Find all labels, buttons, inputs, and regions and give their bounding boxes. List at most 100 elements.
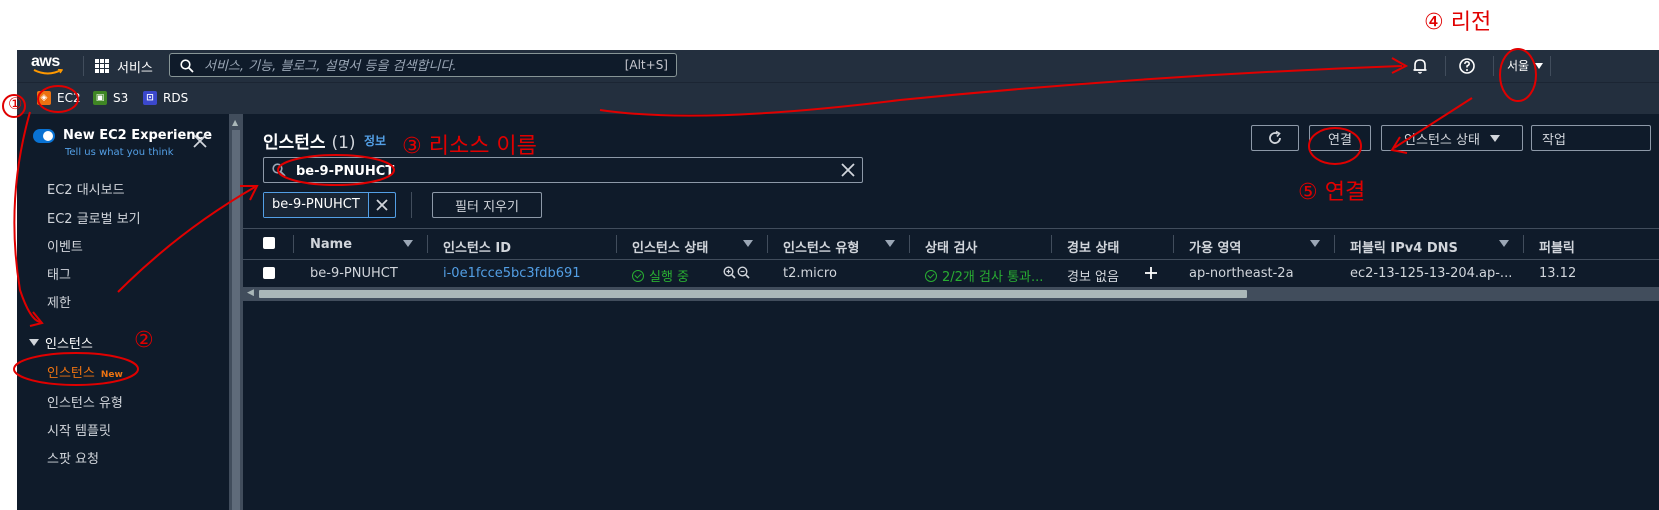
- clear-input-icon[interactable]: [840, 162, 856, 178]
- sidebar-item-instance-types[interactable]: 인스턴스 유형: [47, 392, 123, 411]
- rds-database-icon: ⊡: [143, 91, 157, 105]
- scroll-left-icon[interactable]: ◀: [247, 288, 254, 298]
- status-check-text: 2/2개 검사 통과...: [942, 270, 1044, 285]
- column-divider: [909, 235, 910, 253]
- column-divider: [427, 235, 428, 253]
- instance-state-button[interactable]: 인스턴스 상태: [1381, 125, 1523, 151]
- s3-bucket-icon: ▣: [93, 91, 107, 105]
- close-icon: [376, 199, 388, 211]
- check-circle-icon: [925, 269, 937, 282]
- global-search[interactable]: [Alt+S]: [169, 53, 677, 78]
- column-divider: [293, 235, 294, 253]
- instance-filter[interactable]: [263, 157, 863, 184]
- sidebar-scrollbar[interactable]: ▲: [229, 114, 243, 510]
- sidebar-item-instances[interactable]: 인스턴스 New: [47, 362, 123, 381]
- nav-divider: [1493, 56, 1494, 76]
- sidebar-item-events[interactable]: 이벤트: [47, 236, 83, 255]
- column-header-availability-zone[interactable]: 가용 영역: [1189, 237, 1241, 256]
- global-search-input[interactable]: [202, 54, 606, 78]
- column-header-name[interactable]: Name: [310, 237, 352, 252]
- column-header-instance-type[interactable]: 인스턴스 유형: [783, 237, 859, 256]
- column-header-instance-state[interactable]: 인스턴스 상태: [632, 237, 708, 256]
- table-horizontal-scrollbar[interactable]: ◀: [243, 287, 1659, 301]
- scrollbar-thumb[interactable]: [259, 290, 1247, 298]
- region-label: 서울: [1507, 59, 1530, 73]
- sort-icon[interactable]: [743, 240, 753, 247]
- services-menu-button[interactable]: 서비스: [95, 56, 153, 76]
- ec2-sidebar: New EC2 Experience Tell us what you thin…: [17, 114, 229, 510]
- new-badge: New: [100, 370, 123, 380]
- row-checkbox[interactable]: [263, 267, 275, 279]
- cell-instance-id-link[interactable]: i-0e1fcce5bc3fdb691: [443, 266, 581, 281]
- sidebar-item-limits[interactable]: 제한: [47, 292, 71, 311]
- scrollbar-thumb[interactable]: [232, 130, 240, 510]
- cell-public-dns: ec2-13-125-13-204.ap-...: [1350, 266, 1513, 281]
- favorite-label: RDS: [163, 91, 189, 105]
- bell-icon[interactable]: [1411, 57, 1429, 75]
- caret-down-icon: [29, 339, 39, 346]
- column-header-alarm-status[interactable]: 경보 상태: [1067, 237, 1119, 256]
- nav-divider: [1445, 56, 1446, 76]
- instances-panel: 인스턴스 (1) 정보 연결 인스턴스 상태 작업 be-9-PNUHCT be…: [243, 114, 1659, 510]
- favorite-s3[interactable]: ▣ S3: [93, 91, 128, 105]
- annotation-label-2: ②: [134, 328, 154, 353]
- sort-icon[interactable]: [885, 240, 895, 247]
- page-title: 인스턴스 (1): [263, 128, 356, 153]
- sort-icon[interactable]: [403, 240, 413, 247]
- column-header-instance-id[interactable]: 인스턴스 ID: [443, 237, 511, 256]
- caret-down-icon: [1489, 134, 1500, 142]
- favorites-bar: ◈ EC2 ▣ S3 ⊡ RDS: [17, 82, 1659, 115]
- sidebar-section-instances[interactable]: 인스턴스: [29, 333, 93, 352]
- scroll-up-icon[interactable]: ▲: [232, 118, 238, 127]
- sort-icon[interactable]: [1310, 240, 1320, 247]
- sort-icon[interactable]: [1499, 240, 1509, 247]
- sidebar-item-launch-templates[interactable]: 시작 템플릿: [47, 420, 111, 439]
- remove-token-button[interactable]: [367, 193, 395, 217]
- instance-filter-input[interactable]: [294, 158, 838, 184]
- search-icon: [272, 163, 286, 177]
- top-navigation-bar: aws 서비스 [Alt+S]: [17, 50, 1659, 82]
- column-divider: [767, 235, 768, 253]
- nav-divider: [83, 56, 84, 76]
- annotation-label-3: ③ 리소스 이름: [402, 134, 537, 159]
- annotation-label-4: ④ 리전: [1424, 10, 1492, 35]
- close-icon[interactable]: [193, 134, 207, 148]
- cell-name: be-9-PNUHCT: [310, 266, 398, 281]
- check-circle-icon: [632, 269, 644, 282]
- new-experience-toggle[interactable]: [33, 129, 55, 143]
- region-selector[interactable]: 서울: [1507, 57, 1544, 74]
- instance-state-label: 인스턴스 상태: [1404, 132, 1480, 148]
- sidebar-item-label: 인스턴스: [47, 366, 95, 381]
- info-link[interactable]: 정보: [364, 132, 386, 149]
- aws-logo-text: aws: [31, 53, 60, 70]
- connect-button[interactable]: 연결: [1309, 125, 1371, 151]
- feedback-link[interactable]: Tell us what you think: [65, 147, 174, 158]
- table-row[interactable]: be-9-PNUHCT i-0e1fcce5bc3fdb691 실행 중 t2.…: [243, 259, 1659, 287]
- refresh-button[interactable]: [1251, 125, 1299, 151]
- annotation-label-1: ①: [8, 94, 23, 113]
- favorite-rds[interactable]: ⊡ RDS: [143, 91, 188, 105]
- column-divider: [616, 235, 617, 253]
- new-experience-title: New EC2 Experience: [63, 128, 213, 143]
- column-header-public-ip[interactable]: 퍼블릭: [1539, 237, 1575, 256]
- favorite-ec2[interactable]: ◈ EC2: [37, 91, 81, 105]
- aws-logo[interactable]: aws: [31, 54, 71, 78]
- add-alarm-icon[interactable]: [1144, 266, 1158, 280]
- page-title-text: 인스턴스: [263, 133, 326, 153]
- help-icon[interactable]: [1458, 57, 1476, 75]
- sidebar-item-dashboard[interactable]: EC2 대시보드: [47, 179, 125, 198]
- actions-button[interactable]: 작업: [1531, 125, 1651, 151]
- column-header-public-dns[interactable]: 퍼블릭 IPv4 DNS: [1350, 237, 1458, 256]
- sidebar-item-spot-requests[interactable]: 스팟 요청: [47, 448, 99, 467]
- nav-divider: [1550, 56, 1551, 76]
- cell-availability-zone: ap-northeast-2a: [1189, 266, 1294, 281]
- sidebar-item-tags[interactable]: 태그: [47, 264, 71, 283]
- column-divider: [1173, 235, 1174, 253]
- aws-smile-icon: [33, 69, 63, 75]
- zoom-icons[interactable]: [723, 266, 751, 280]
- caret-down-icon: [1535, 62, 1544, 69]
- clear-filters-button[interactable]: 필터 지우기: [432, 192, 542, 218]
- sidebar-item-global-view[interactable]: EC2 글로벌 보기: [47, 208, 141, 227]
- column-header-status-check[interactable]: 상태 검사: [925, 237, 977, 256]
- select-all-checkbox[interactable]: [263, 237, 275, 249]
